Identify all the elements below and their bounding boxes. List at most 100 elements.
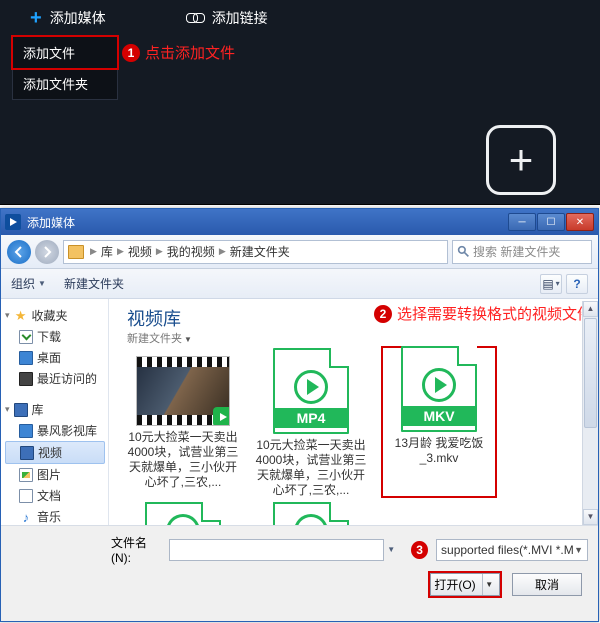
window-controls: ─ ☐ ✕ bbox=[508, 213, 594, 231]
sidebar-pictures[interactable]: 图片 bbox=[5, 464, 108, 485]
file-list: 10元大捡菜一天卖出4000块，试营业第三天就爆单，三小伙开心坏了,三农,...… bbox=[127, 356, 588, 498]
scroll-up-button[interactable]: ▲ bbox=[583, 301, 598, 317]
scroll-down-button[interactable]: ▼ bbox=[583, 509, 598, 525]
bc-video[interactable]: 视频 bbox=[128, 243, 152, 260]
badge-2: 2 bbox=[374, 305, 392, 323]
file-name: 10元大捡菜一天卖出4000块，试营业第三天就爆单，三小伙开心坏了,三农,... bbox=[255, 438, 367, 498]
breadcrumb[interactable]: ▶ 库 ▶ 视频 ▶ 我的视频 ▶ 新建文件夹 bbox=[63, 240, 448, 264]
plus-icon: + bbox=[30, 11, 42, 25]
video-file-icon[interactable] bbox=[145, 502, 221, 525]
add-link-button[interactable]: 添加链接 bbox=[186, 8, 268, 28]
close-button[interactable]: ✕ bbox=[566, 213, 594, 231]
file-dialog: 添加媒体 ─ ☐ ✕ ▶ 库 ▶ 视频 ▶ 我的视频 ▶ 新建文件夹 搜索 新建… bbox=[0, 208, 599, 622]
recent-icon bbox=[19, 372, 33, 386]
sidebar-documents[interactable]: 文档 bbox=[5, 485, 108, 506]
play-icon bbox=[422, 368, 456, 402]
annotation-step2: 2 选择需要转换格式的视频文件 bbox=[374, 303, 592, 324]
view-mode-button[interactable]: ▤▾ bbox=[540, 274, 562, 294]
chevron-down-icon: ▼ bbox=[184, 335, 192, 344]
chevron-down-icon: ▾ bbox=[5, 310, 10, 321]
add-media-button[interactable]: + 添加媒体 bbox=[30, 8, 106, 28]
toolbar: 组织 ▼ 新建文件夹 ▤▾ ? bbox=[1, 269, 598, 299]
file-name: 13月龄 我爱吃饭_3.mkv bbox=[387, 436, 491, 466]
scrollbar[interactable]: ▲ ▼ bbox=[582, 301, 598, 525]
filename-input[interactable] bbox=[169, 539, 384, 561]
app-header: + 添加媒体 添加链接 添加文件 添加文件夹 1 点击添加文件 + bbox=[0, 0, 600, 205]
organize-button[interactable]: 组织 ▼ bbox=[11, 275, 46, 292]
bc-folder[interactable]: 新建文件夹 bbox=[230, 243, 290, 260]
filetype-select[interactable]: supported files(*.MVI *.M ▼ bbox=[436, 539, 588, 561]
search-icon bbox=[457, 245, 470, 258]
big-add-tile[interactable]: + bbox=[486, 125, 556, 195]
sidebar-baofeng[interactable]: 暴风影视库 bbox=[5, 420, 108, 441]
dialog-title: 添加媒体 bbox=[27, 214, 75, 231]
download-icon bbox=[19, 330, 33, 344]
desktop-icon bbox=[19, 351, 33, 365]
app-icon bbox=[5, 214, 21, 230]
sidebar-recent[interactable]: 最近访问的 bbox=[5, 368, 108, 389]
chevron-down-icon: ▼ bbox=[574, 545, 583, 555]
file-item[interactable]: 10元大捡菜一天卖出4000块，试营业第三天就爆单，三小伙开心坏了,三农,... bbox=[127, 356, 239, 498]
library-subtitle: 新建文件夹▼ bbox=[127, 330, 588, 346]
new-folder-button[interactable]: 新建文件夹 bbox=[64, 275, 124, 292]
cancel-button[interactable]: 取消 bbox=[512, 573, 582, 596]
music-icon: ♪ bbox=[19, 510, 33, 524]
sidebar-downloads[interactable]: 下载 bbox=[5, 326, 108, 347]
folder-icon bbox=[68, 245, 84, 259]
chevron-down-icon[interactable]: ▼ bbox=[482, 574, 496, 595]
add-link-label: 添加链接 bbox=[212, 8, 268, 28]
help-button[interactable]: ? bbox=[566, 274, 588, 294]
sidebar-music[interactable]: ♪音乐 bbox=[5, 506, 108, 525]
nav-bar: ▶ 库 ▶ 视频 ▶ 我的视频 ▶ 新建文件夹 搜索 新建文件夹 bbox=[1, 235, 598, 269]
file-list-row2 bbox=[127, 502, 588, 525]
play-icon bbox=[294, 370, 328, 404]
badge-3: 3 bbox=[411, 541, 428, 559]
star-icon: ★ bbox=[14, 309, 28, 323]
bc-lib[interactable]: 库 bbox=[101, 243, 113, 260]
filename-label: 文件名(N): bbox=[111, 534, 163, 565]
scroll-thumb[interactable] bbox=[584, 318, 597, 428]
menu-add-file[interactable]: 添加文件 bbox=[13, 37, 117, 68]
pictures-icon bbox=[19, 468, 33, 482]
chevron-down-icon[interactable]: ▼ bbox=[387, 545, 395, 554]
annotation-step1: 1 点击添加文件 bbox=[122, 42, 235, 63]
video-thumbnail bbox=[136, 356, 230, 426]
add-media-label: 添加媒体 bbox=[50, 8, 106, 28]
library-icon bbox=[14, 403, 28, 417]
chevron-down-icon: ▾ bbox=[5, 404, 10, 415]
dialog-footer: 文件名(N): ▼ 3 supported files(*.MVI *.M ▼ … bbox=[1, 525, 598, 621]
menu-add-folder[interactable]: 添加文件夹 bbox=[13, 68, 117, 99]
minimize-button[interactable]: ─ bbox=[508, 213, 536, 231]
file-name: 10元大捡菜一天卖出4000块，试营业第三天就爆单，三小伙开心坏了,三农,... bbox=[127, 430, 239, 490]
play-icon bbox=[213, 407, 230, 426]
sidebar-favorites[interactable]: ▾★收藏夹 bbox=[5, 305, 108, 326]
chevron-right-icon: ▶ bbox=[88, 246, 99, 257]
chevron-right-icon: ▶ bbox=[154, 246, 165, 257]
dialog-body: ▾★收藏夹 下载 桌面 最近访问的 ▾库 暴风影视库 视频 图片 文档 ♪音乐 … bbox=[1, 299, 598, 525]
annot2-text: 选择需要转换格式的视频文件 bbox=[397, 303, 592, 324]
chevron-down-icon: ▼ bbox=[38, 279, 46, 288]
video-file-icon[interactable] bbox=[273, 502, 349, 525]
format-badge: MKV bbox=[403, 406, 475, 426]
link-icon bbox=[186, 12, 204, 24]
sidebar-video[interactable]: 视频 bbox=[5, 441, 105, 464]
sidebar: ▾★收藏夹 下载 桌面 最近访问的 ▾库 暴风影视库 视频 图片 文档 ♪音乐 bbox=[1, 299, 109, 525]
documents-icon bbox=[19, 489, 33, 503]
sidebar-desktop[interactable]: 桌面 bbox=[5, 347, 108, 368]
search-input[interactable]: 搜索 新建文件夹 bbox=[452, 240, 592, 264]
sidebar-libraries[interactable]: ▾库 bbox=[5, 399, 108, 420]
file-item-selected[interactable]: MKV 13月龄 我爱吃饭_3.mkv bbox=[383, 356, 495, 498]
search-placeholder: 搜索 新建文件夹 bbox=[473, 243, 560, 260]
maximize-button[interactable]: ☐ bbox=[537, 213, 565, 231]
video-icon bbox=[20, 446, 34, 460]
file-list-pane: 视频库 新建文件夹▼ 2 选择需要转换格式的视频文件 10元大捡菜一天卖出400… bbox=[109, 299, 598, 525]
video-file-icon: MKV bbox=[401, 346, 477, 432]
bc-myvideo[interactable]: 我的视频 bbox=[167, 243, 215, 260]
open-button[interactable]: 打开(O) ▼ bbox=[430, 573, 500, 596]
format-badge: MP4 bbox=[275, 408, 347, 428]
video-file-icon: MP4 bbox=[273, 348, 349, 434]
badge-1: 1 bbox=[122, 44, 140, 62]
back-button[interactable] bbox=[7, 240, 31, 264]
file-item[interactable]: MP4 10元大捡菜一天卖出4000块，试营业第三天就爆单，三小伙开心坏了,三农… bbox=[255, 356, 367, 498]
media-icon bbox=[19, 424, 33, 438]
